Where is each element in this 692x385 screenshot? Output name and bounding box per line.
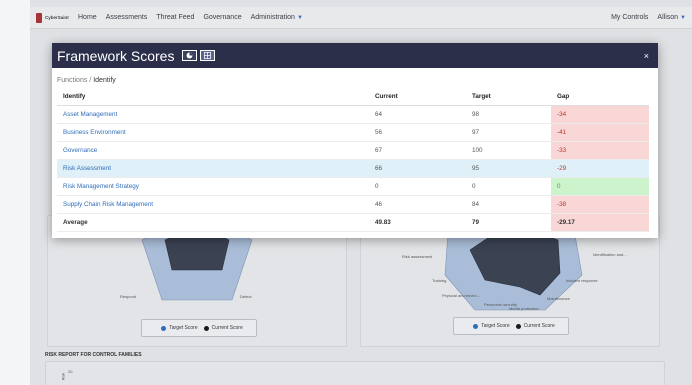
nav-governance[interactable]: Governance: [203, 14, 241, 21]
row-gap: 0: [551, 177, 649, 196]
row-gap: -38: [551, 195, 649, 214]
table-row: Asset Management 64 98 -34: [57, 105, 649, 124]
row-current: 46: [369, 195, 466, 214]
chevron-down-icon: ▼: [680, 15, 686, 21]
breadcrumb-functions[interactable]: Functions: [57, 77, 87, 84]
risk-report-panel: [45, 361, 665, 385]
risk-axis-label: Risk: [60, 372, 66, 381]
radar-label-training: Training: [432, 278, 447, 283]
row-gap: -33: [551, 141, 649, 160]
row-name-link[interactable]: Asset Management: [57, 105, 369, 124]
radar-label-risk-assessment: Risk assessment: [402, 254, 433, 259]
table-row: Supply Chain Risk Management 46 84 -38: [57, 195, 649, 214]
risk-report-title: RISK REPORT FOR CONTROL FAMILIES: [45, 352, 142, 358]
legend-target-label: Target Score: [169, 325, 198, 331]
legend-target-label: Target Score: [481, 323, 510, 329]
row-target: 95: [466, 159, 551, 178]
table-row: Risk Management Strategy 0 0 0: [57, 177, 649, 196]
average-target: 79: [466, 213, 551, 232]
column-header-target[interactable]: Target: [466, 88, 551, 106]
nav-threat-feed[interactable]: Threat Feed: [156, 14, 194, 21]
row-current: 64: [369, 105, 466, 124]
brand-logo[interactable]: CyberSaint: [36, 12, 78, 23]
average-label: Average: [57, 213, 369, 232]
nav-administration[interactable]: Administration ▼: [251, 14, 303, 21]
legend-current-label: Current Score: [523, 323, 555, 329]
row-target: 97: [466, 123, 551, 142]
row-current: 56: [369, 123, 466, 142]
table-row-selected: Risk Assessment 66 95 -29: [57, 159, 649, 178]
current-score-swatch: [203, 325, 209, 331]
row-target: 98: [466, 105, 551, 124]
row-name-link[interactable]: Governance: [57, 141, 369, 160]
target-score-swatch: [473, 323, 479, 329]
left-chart-legend: Target Score Current Score: [141, 319, 257, 337]
modal-title: Framework Scores: [57, 47, 175, 64]
row-name-link[interactable]: Supply Chain Risk Management: [57, 195, 369, 214]
top-navigation: CyberSaint Home Assessments Threat Feed …: [30, 7, 692, 29]
radar-label-maintenance: Maintenance: [547, 296, 570, 301]
left-margin: [0, 0, 30, 385]
legend-current-label: Current Score: [211, 325, 243, 331]
radar-label-respond: Respond: [120, 294, 137, 299]
chevron-down-icon: ▼: [296, 15, 303, 21]
nav-home[interactable]: Home: [78, 14, 97, 21]
row-gap: -29: [551, 159, 649, 178]
radar-label-physical: Physical and enviro...: [442, 293, 481, 298]
current-score-swatch: [515, 323, 521, 329]
breadcrumb: Functions / Identify: [57, 77, 653, 84]
row-gap: -34: [551, 105, 649, 124]
average-gap: -29.17: [551, 213, 649, 232]
radar-label-incident-response: Incident response: [566, 278, 598, 283]
brand-name: CyberSaint: [45, 15, 69, 20]
scores-table: Identify Current Target Gap Asset Manage…: [57, 88, 649, 232]
row-target: 100: [466, 141, 551, 160]
table-row: Governance 67 100 -33: [57, 141, 649, 160]
breadcrumb-identify: Identify: [93, 77, 116, 84]
average-row: Average 49.83 79 -29.17: [57, 213, 649, 232]
row-name-link[interactable]: Business Environment: [57, 123, 369, 142]
row-name-link[interactable]: Risk Management Strategy: [57, 177, 369, 196]
modal-header: Framework Scores ×: [52, 43, 658, 68]
framework-scores-modal: Framework Scores × Functions / Identify: [52, 43, 658, 238]
logo-icon: [36, 12, 42, 23]
row-current: 0: [369, 177, 466, 196]
row-name-link[interactable]: Risk Assessment: [57, 159, 369, 178]
radar-label-detect: Detect: [240, 294, 252, 299]
pie-chart-icon: [187, 52, 193, 59]
nav-assessments[interactable]: Assessments: [106, 14, 148, 21]
row-current: 66: [369, 159, 466, 178]
table-header-row: Identify Current Target Gap: [57, 88, 649, 106]
breadcrumb-separator: /: [89, 77, 92, 84]
close-icon[interactable]: ×: [644, 51, 649, 61]
table-row: Business Environment 56 97 -41: [57, 123, 649, 142]
table-view-button[interactable]: [200, 50, 216, 61]
user-menu[interactable]: Allison ▼: [657, 14, 686, 21]
risk-axis-tick: 20: [68, 369, 73, 374]
radar-label-media-protection: Media protection: [509, 306, 539, 311]
row-target: 84: [466, 195, 551, 214]
nav-right: My Controls Allison ▼: [611, 14, 686, 21]
right-chart-legend: Target Score Current Score: [453, 317, 569, 335]
nav-administration-label: Administration: [250, 14, 295, 21]
target-score-swatch: [161, 325, 167, 331]
chart-view-button[interactable]: [182, 50, 198, 61]
modal-body: Functions / Identify Identify Current Ta…: [52, 68, 658, 232]
average-current: 49.83: [369, 213, 466, 232]
grid-icon: [204, 52, 212, 59]
radar-label-identification: Identification and...: [593, 252, 627, 257]
row-current: 67: [369, 141, 466, 160]
row-target: 0: [466, 177, 551, 196]
row-gap: -41: [551, 123, 649, 142]
column-header-identify[interactable]: Identify: [57, 88, 369, 106]
user-name: Allison: [657, 14, 679, 21]
nav-my-controls[interactable]: My Controls: [611, 14, 648, 21]
column-header-current[interactable]: Current: [369, 88, 466, 106]
column-header-gap[interactable]: Gap: [551, 88, 649, 106]
